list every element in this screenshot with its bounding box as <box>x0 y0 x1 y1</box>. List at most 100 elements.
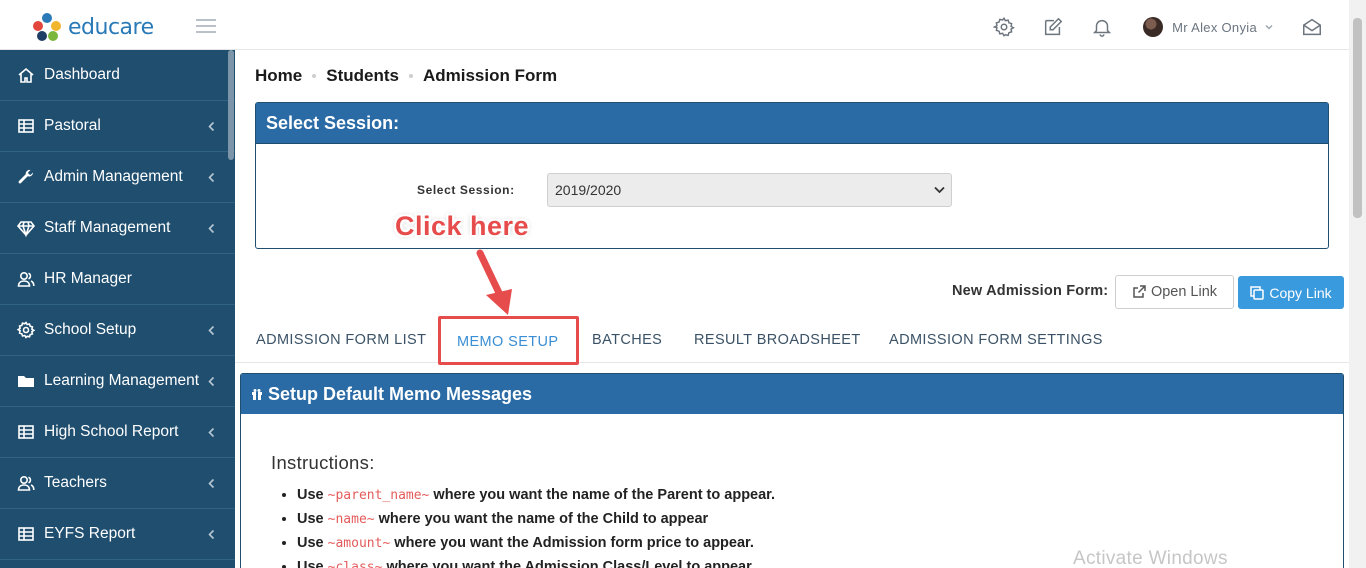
memo-setup-panel: Setup Default Memo Messages Instructions… <box>240 373 1344 568</box>
sidebar-item-label: School Setup <box>44 321 137 338</box>
table-icon <box>18 425 34 439</box>
gear-icon[interactable] <box>993 16 1016 38</box>
logo-text: educare <box>68 14 154 40</box>
sidebar-item-label: Staff Management <box>44 219 171 236</box>
sidebar-scrollbar[interactable] <box>228 50 234 160</box>
sidebar-item-teachers[interactable]: Teachers <box>0 458 235 509</box>
sidebar-item-eyfs-report[interactable]: EYFS Report <box>0 509 235 560</box>
new-admission-form-label: New Admission Form: <box>952 283 1109 299</box>
open-link-label: Open Link <box>1150 284 1218 300</box>
sidebar-item-admin-management[interactable]: Admin Management <box>0 152 235 203</box>
top-header: educare Mr Alex Onyia <box>0 0 1349 50</box>
placeholder-code: ~parent_name~ <box>327 488 430 503</box>
sidebar-item-pastoral[interactable]: Pastoral <box>0 101 235 152</box>
sidebar-item-label: Teachers <box>44 474 107 491</box>
list-item: Use ~name~ where you want the name of th… <box>297 509 775 533</box>
instructions-title: Instructions: <box>271 452 375 473</box>
session-select[interactable]: 2019/2020 <box>547 173 952 207</box>
sidebar-item-school-setup[interactable]: School Setup <box>0 305 235 356</box>
memo-panel-title: Setup Default Memo Messages <box>268 383 533 404</box>
folder-icon <box>18 376 34 387</box>
sidebar-item-hr-manager[interactable]: HR Manager <box>0 254 235 305</box>
instruction-use: Use <box>297 535 324 551</box>
list-item: Use ~parent_name~ where you want the nam… <box>297 485 775 509</box>
chevron-left-icon <box>208 325 215 336</box>
placeholder-code: ~name~ <box>327 512 375 527</box>
main-content: Home Students Admission Form Select Sess… <box>235 50 1349 568</box>
tab-result-broadsheet[interactable]: RESULT BROADSHEET <box>694 332 861 348</box>
session-field-label: Select Session: <box>417 183 515 197</box>
cog-icon <box>17 321 35 339</box>
instruction-use: Use <box>297 511 324 527</box>
copy-icon <box>1250 285 1265 300</box>
home-icon <box>18 67 34 83</box>
sidebar-item-high-school-report[interactable]: High School Report <box>0 407 235 458</box>
breadcrumb-separator <box>312 74 317 78</box>
chevron-left-icon <box>208 376 215 387</box>
bell-icon[interactable] <box>1091 16 1113 38</box>
tab-admission-form-settings[interactable]: ADMISSION FORM SETTINGS <box>889 332 1103 348</box>
logo[interactable]: educare <box>32 12 154 42</box>
chevron-left-icon <box>208 427 215 438</box>
tab-highlight-box <box>438 316 579 365</box>
chevron-left-icon <box>208 172 215 183</box>
placeholder-code: ~amount~ <box>327 536 391 551</box>
chevron-down-icon <box>1265 25 1273 30</box>
list-item: Use ~class~ where you want the Admission… <box>297 557 775 568</box>
breadcrumb-students[interactable]: Students <box>326 66 399 86</box>
sidebar-item-label: EYFS Report <box>44 525 136 542</box>
sidebar: Dashboard Pastoral Admin Management Staf… <box>0 50 235 568</box>
sidebar-item-staff-management[interactable]: Staff Management <box>0 203 235 254</box>
sidebar-item-learning-management[interactable]: Learning Management <box>0 356 235 407</box>
tab-batches[interactable]: BATCHES <box>592 332 662 348</box>
table-icon <box>18 527 34 541</box>
breadcrumb-home[interactable]: Home <box>255 66 302 86</box>
arrow-down-icon <box>476 249 512 315</box>
instruction-text: where you want the name of the Child to … <box>378 511 709 527</box>
gift-icon <box>252 389 262 400</box>
copy-link-label: Copy Link <box>1269 284 1332 301</box>
chevron-down-icon <box>934 186 945 194</box>
envelope-icon[interactable] <box>1301 16 1323 38</box>
placeholder-code: ~class~ <box>327 560 383 568</box>
panel-title: Select Session: <box>256 103 1328 144</box>
instruction-text: where you want the Admission Class/Level… <box>386 559 752 568</box>
windows-activation-watermark: Activate Windows <box>1073 548 1228 568</box>
users-icon <box>17 475 35 491</box>
sidebar-item-label: Pastoral <box>44 117 101 134</box>
sidebar-item-label: HR Manager <box>44 270 132 287</box>
tab-bar: ADMISSION FORM LIST MEMO SETUP BATCHES R… <box>235 328 1349 363</box>
users-icon <box>17 271 35 287</box>
sidebar-item-dashboard[interactable]: Dashboard <box>0 50 235 101</box>
sidebar-item-label: Dashboard <box>44 66 120 83</box>
chevron-left-icon <box>208 223 215 234</box>
memo-panel-header: Setup Default Memo Messages <box>241 374 1343 414</box>
instruction-use: Use <box>297 487 324 503</box>
external-link-icon <box>1133 285 1146 298</box>
list-item: Use ~amount~ where you want the Admissio… <box>297 533 775 557</box>
user-name: Mr Alex Onyia <box>1172 19 1257 35</box>
instruction-text: where you want the Admission form price … <box>394 535 754 551</box>
sidebar-item-label: Admin Management <box>44 168 183 185</box>
user-menu[interactable]: Mr Alex Onyia <box>1143 17 1274 37</box>
diamond-icon <box>17 221 35 237</box>
table-icon <box>18 119 34 133</box>
instructions-list: Use ~parent_name~ where you want the nam… <box>297 485 775 568</box>
wrench-icon <box>18 169 34 184</box>
page-scrollbar[interactable] <box>1349 0 1366 568</box>
copy-link-button[interactable]: Copy Link <box>1238 276 1344 309</box>
chevron-left-icon <box>208 478 215 489</box>
breadcrumb: Home Students Admission Form <box>255 66 557 86</box>
scrollbar-thumb[interactable] <box>1353 18 1362 218</box>
session-select-value: 2019/2020 <box>555 182 622 198</box>
instruction-use: Use <box>297 559 324 568</box>
menu-toggle-icon[interactable] <box>196 19 216 33</box>
breadcrumb-separator <box>408 74 413 78</box>
open-link-button[interactable]: Open Link <box>1115 275 1234 309</box>
sidebar-item-label: Learning Management <box>44 372 200 389</box>
instruction-text: where you want the name of the Parent to… <box>433 487 776 503</box>
logo-icon <box>33 13 61 41</box>
chevron-left-icon <box>208 121 215 132</box>
edit-icon[interactable] <box>1042 16 1064 38</box>
tab-admission-form-list[interactable]: ADMISSION FORM LIST <box>256 332 426 348</box>
